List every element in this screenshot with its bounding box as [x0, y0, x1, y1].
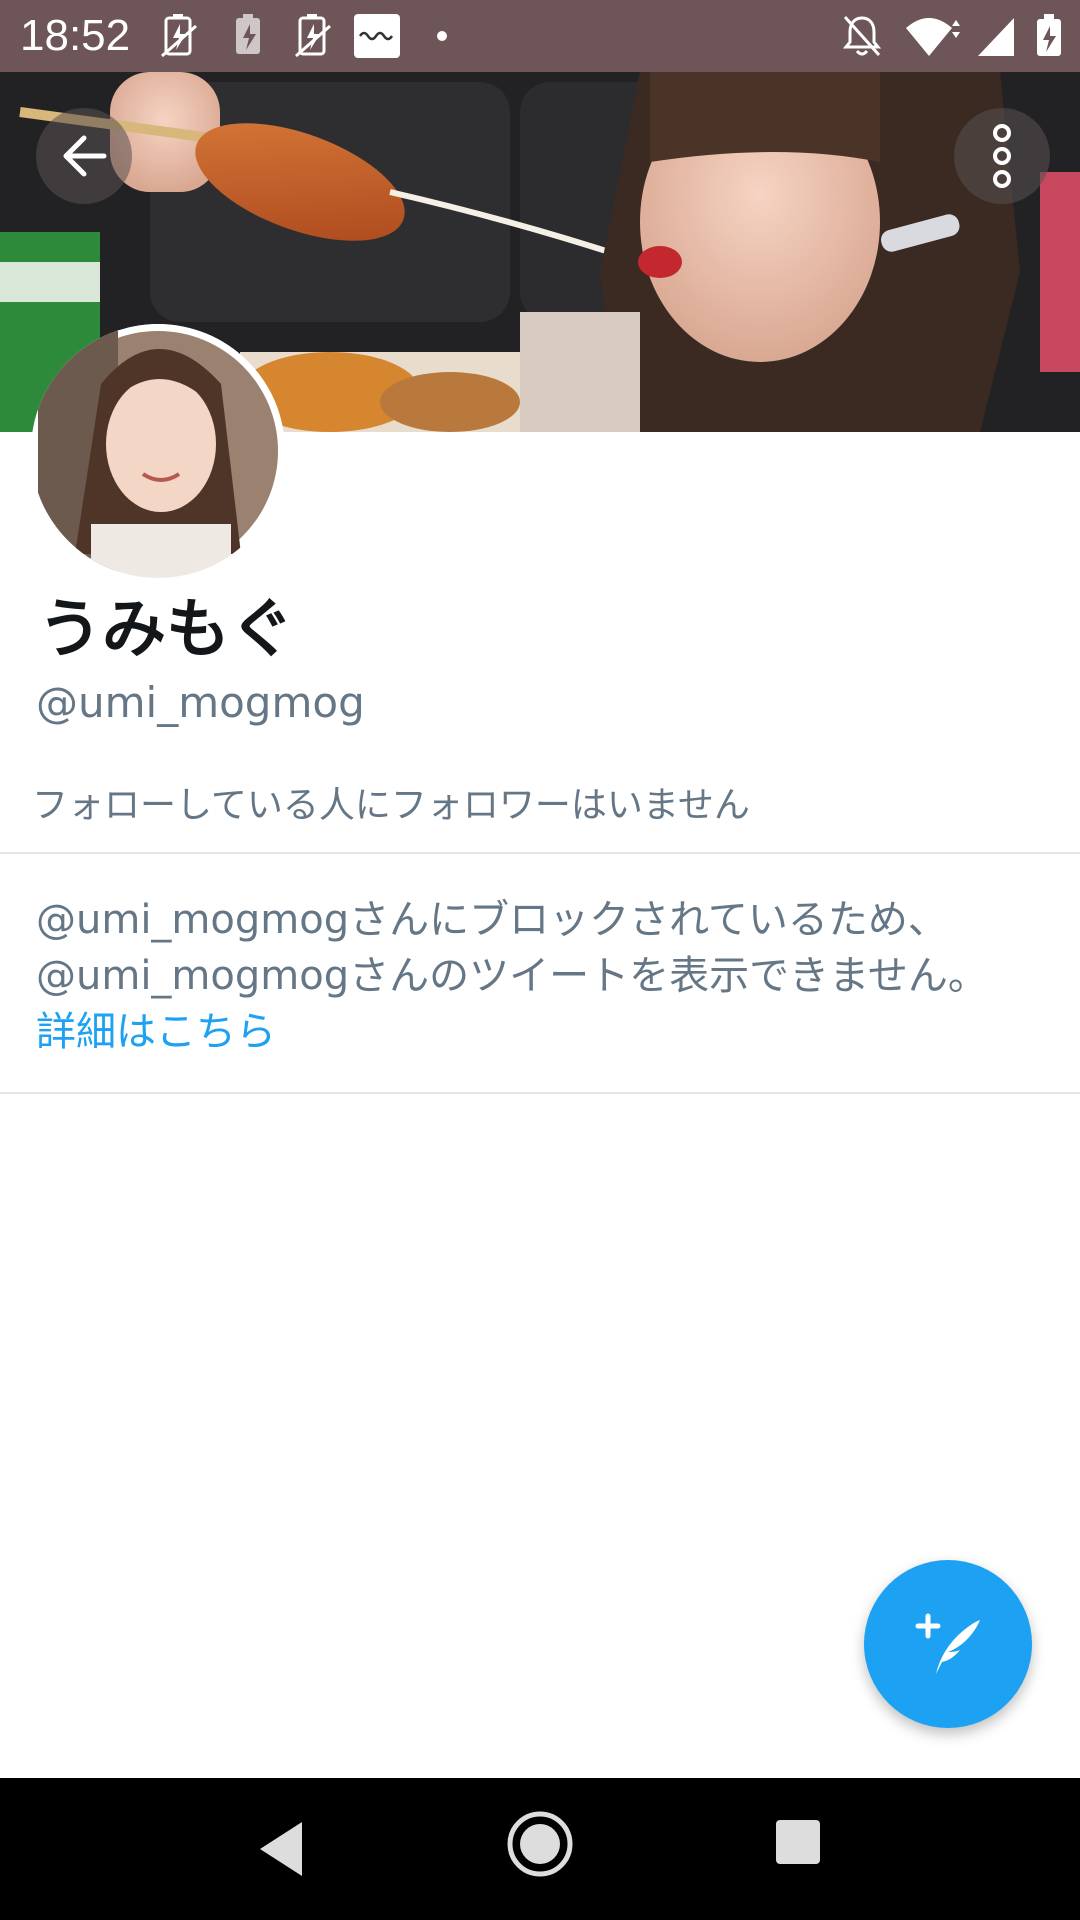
overflow-menu-button[interactable]	[954, 108, 1050, 204]
display-name: うみもぐ	[38, 593, 294, 667]
notifications-off-icon	[842, 15, 882, 57]
back-button[interactable]	[36, 108, 132, 204]
nav-back-icon[interactable]	[250, 1814, 310, 1884]
divider	[0, 1092, 1080, 1094]
status-time: 18:52	[20, 11, 131, 60]
block-notice: @umi_mogmogさんにブロックされているため、 @umi_mogmogさん…	[36, 892, 1046, 1060]
username-handle: @umi_mogmog	[36, 678, 365, 727]
divider	[0, 852, 1080, 854]
avatar-photo	[31, 324, 285, 578]
battery-charging-icon	[236, 14, 260, 54]
compose-tweet-icon	[915, 1613, 980, 1674]
system-navigation-bar	[0, 1778, 1080, 1920]
wifi-icon	[906, 18, 960, 56]
battery-alert-icon	[295, 14, 331, 58]
learn-more-link[interactable]: 詳細はこちら	[36, 1004, 1046, 1060]
dot-icon	[437, 31, 447, 41]
nav-recents-icon[interactable]	[774, 1818, 822, 1866]
avatar[interactable]	[31, 324, 285, 578]
battery-alert-icon	[161, 14, 197, 58]
nav-home-icon[interactable]	[506, 1810, 574, 1878]
signal-icon	[978, 18, 1014, 56]
block-notice-line: @umi_mogmogさんのツイートを表示できません。	[36, 953, 988, 999]
battery-icon	[1037, 14, 1061, 56]
block-notice-line: @umi_mogmogさんにブロックされているため、	[36, 897, 948, 943]
more-vertical-icon	[993, 124, 1011, 188]
followers-you-know-note: フォローしている人にフォロワーはいません	[32, 785, 750, 826]
status-bar: 18:52	[0, 0, 1080, 72]
compose-tweet-button[interactable]	[864, 1560, 1032, 1728]
app-notification-icon	[354, 14, 400, 58]
arrow-left-icon	[63, 135, 107, 177]
